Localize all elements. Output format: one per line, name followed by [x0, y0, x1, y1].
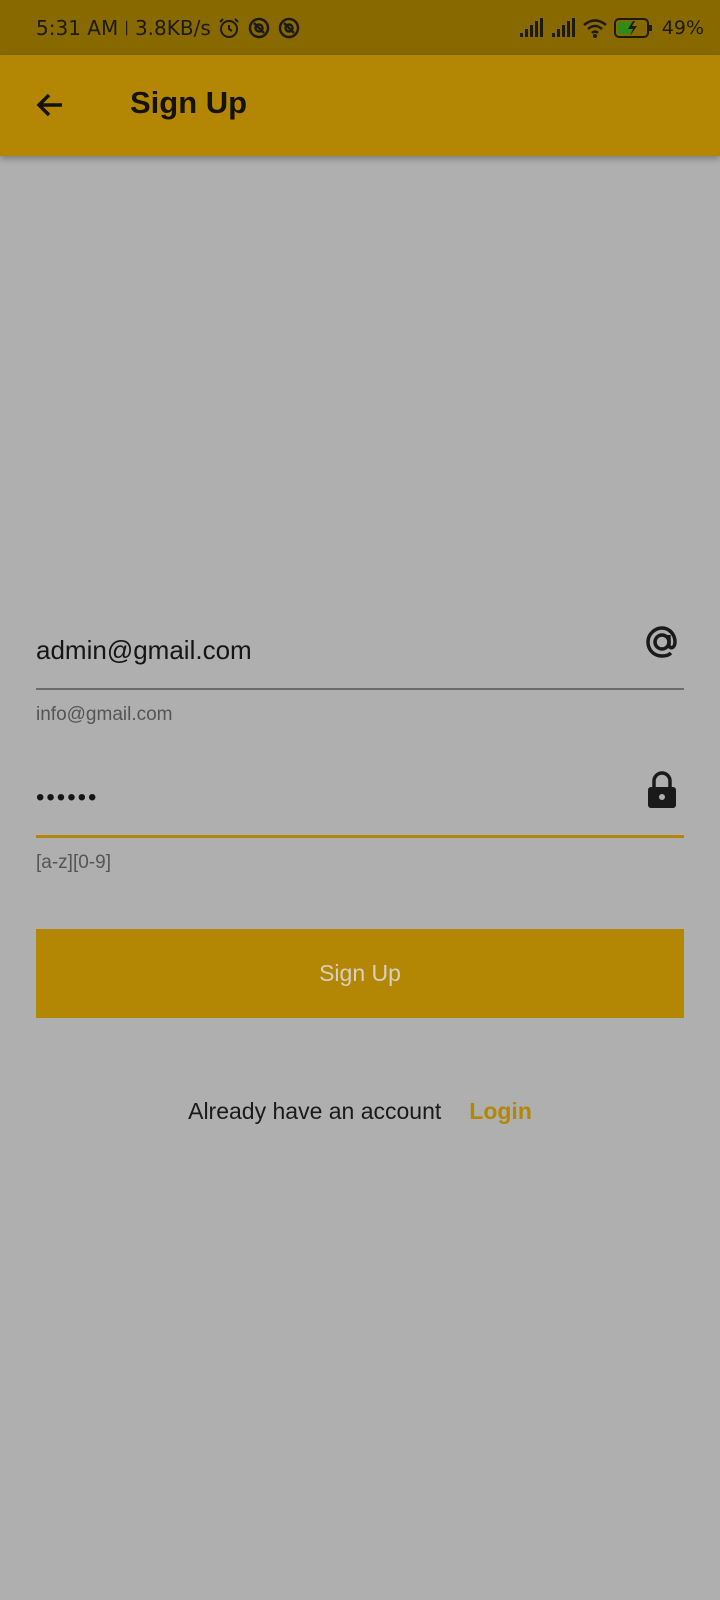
email-hint: info@gmail.com — [36, 704, 173, 725]
battery-icon — [613, 17, 654, 39]
cell-signal-icon — [550, 16, 575, 40]
login-link[interactable]: Login — [469, 1098, 532, 1125]
login-prompt: Already have an account Login — [0, 1098, 720, 1125]
app-notification-icon — [277, 16, 301, 40]
arrow-back-icon — [34, 89, 66, 126]
at-sign-icon — [640, 620, 684, 664]
alarm-icon — [217, 16, 241, 40]
back-button[interactable] — [22, 79, 78, 135]
password-hint: [a-z][0-9] — [36, 852, 111, 873]
sign-up-button[interactable]: Sign Up — [36, 929, 684, 1018]
app-bar: Sign Up — [0, 55, 720, 156]
lock-icon — [640, 768, 684, 812]
wifi-icon — [582, 16, 607, 40]
password-underline — [36, 835, 684, 838]
email-field-group: info@gmail.com — [36, 620, 684, 730]
status-speed: 3.8KB/s — [134, 15, 211, 40]
battery-percent: 49% — [661, 16, 704, 39]
email-field[interactable] — [36, 620, 616, 680]
password-field[interactable] — [36, 768, 616, 828]
status-left: 5:31 AM | 3.8KB/s — [36, 16, 301, 40]
status-time: 5:31 AM — [36, 15, 119, 40]
app-notification-icon — [247, 16, 271, 40]
status-separator: | — [124, 19, 129, 36]
status-bar: 5:31 AM | 3.8KB/s 49% — [0, 0, 720, 55]
email-underline — [36, 688, 684, 690]
status-right: 49% — [518, 16, 704, 40]
password-field-group: [a-z][0-9] — [36, 768, 684, 878]
cell-signal-icon — [518, 16, 543, 40]
already-have-account-text: Already have an account — [188, 1098, 442, 1124]
page-title: Sign Up — [130, 85, 248, 120]
